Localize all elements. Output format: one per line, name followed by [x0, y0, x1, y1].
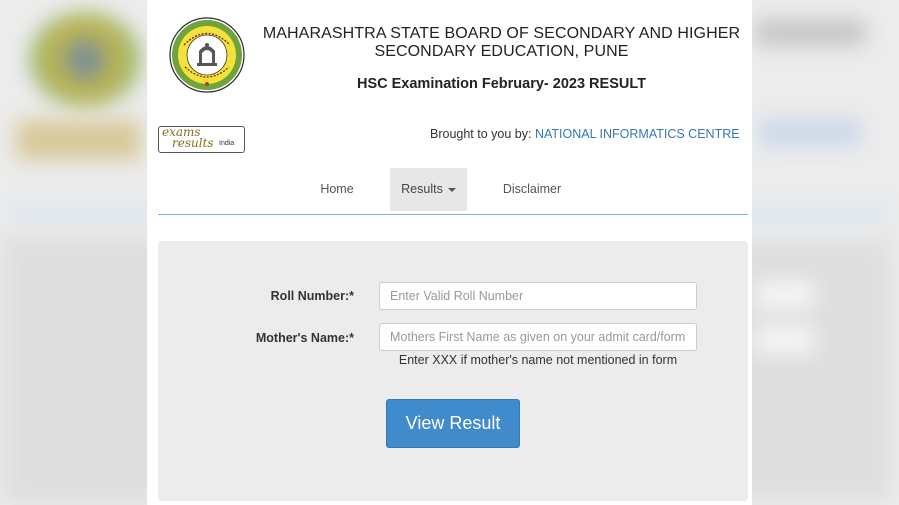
caret-down-icon	[447, 187, 456, 192]
blurred-block	[755, 280, 815, 310]
view-result-button[interactable]: View Result	[386, 399, 520, 448]
brought-prefix: Brought to you by:	[430, 127, 535, 141]
mother-name-input[interactable]	[379, 323, 697, 351]
roll-number-input[interactable]	[379, 282, 697, 310]
nav-disclaimer[interactable]: Disclaimer	[498, 168, 566, 211]
maharashtra-board-seal-icon	[169, 17, 245, 93]
nav-disclaimer-label: Disclaimer	[502, 182, 562, 196]
blurred-badge	[16, 120, 141, 160]
blurred-block	[760, 120, 860, 145]
blurred-block	[755, 20, 865, 45]
mother-name-label: Mother's Name:*	[255, 331, 354, 345]
brought-to-you-by: Brought to you by: NATIONAL INFORMATICS …	[430, 127, 740, 141]
nav-results-dropdown[interactable]: Results	[390, 168, 467, 211]
nav-results-label: Results	[401, 182, 443, 196]
board-name: MAHARASHTRA STATE BOARD OF SECONDARY AND…	[262, 25, 741, 60]
result-form: Roll Number:* Mother's Name:* Enter XXX …	[158, 241, 748, 501]
nav-home-label: Home	[320, 182, 354, 196]
exams-results-india-logo[interactable]: exams results India	[158, 126, 245, 153]
result-page: MAHARASHTRA STATE BOARD OF SECONDARY AND…	[147, 0, 752, 505]
blurred-logo	[30, 12, 140, 107]
page-header: MAHARASHTRA STATE BOARD OF SECONDARY AND…	[147, 0, 752, 120]
nav-home[interactable]: Home	[308, 168, 366, 211]
logo-text-results: results	[172, 136, 214, 150]
nic-link[interactable]: NATIONAL INFORMATICS CENTRE	[535, 127, 740, 141]
mother-name-hint: Enter XXX if mother's name not mentioned…	[398, 353, 678, 367]
main-nav: Home Results Disclaimer	[158, 168, 748, 215]
logo-text-india: India	[219, 140, 235, 147]
roll-number-label: Roll Number:*	[270, 289, 354, 303]
blurred-block	[755, 325, 815, 355]
exam-title: HSC Examination February- 2023 RESULT	[356, 76, 646, 92]
